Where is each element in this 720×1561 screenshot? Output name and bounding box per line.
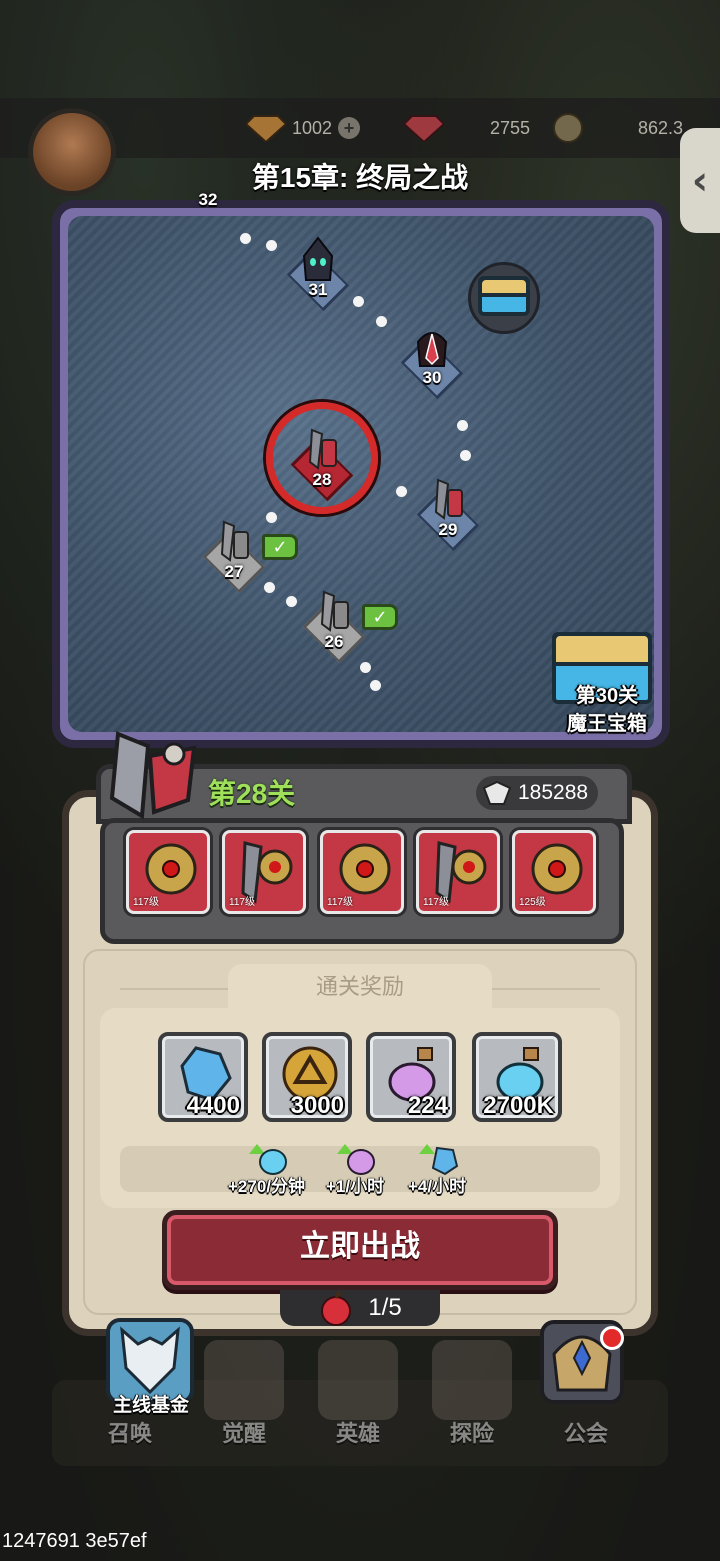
enemy-card[interactable]: 117级 (222, 830, 306, 914)
stage-node-32[interactable]: 32 (176, 190, 240, 254)
apple-icon (321, 1291, 352, 1326)
divider (490, 988, 600, 990)
gem-currency: 2755 (404, 112, 530, 144)
idle-rate: +4/小时 (408, 1140, 466, 1197)
notification-dot (600, 1326, 624, 1350)
gold-currency: 1002 + (246, 112, 361, 144)
stage-title: 第28关 (208, 778, 296, 809)
combat-power-value: 185288 (518, 781, 589, 804)
reward-item[interactable]: 3000 (262, 1032, 352, 1122)
awaken-icon (204, 1340, 284, 1420)
crystal-icon (419, 1144, 459, 1176)
compass-icon (432, 1340, 512, 1420)
rewards-title: 通关奖励 (228, 964, 492, 1014)
coin-amount: 862.3 (638, 117, 684, 138)
nav-explore[interactable]: 探险 (422, 1340, 522, 1450)
nav-heroes[interactable]: 英雄 (308, 1340, 408, 1450)
stage-node-28[interactable]: 28 (290, 426, 354, 502)
chapter-title: 第15章: 终局之战 (251, 162, 469, 193)
gold-amount: 1002 (292, 117, 333, 138)
enemy-card[interactable]: 117级 (320, 830, 404, 914)
combat-power-badge: 185288 (476, 776, 599, 810)
coin-currency: 862.3 (550, 112, 683, 144)
blue-potion-icon (248, 1144, 287, 1175)
sword-shield-emblem-icon (109, 731, 197, 820)
gem-amount: 2755 (490, 117, 531, 138)
coin-icon (553, 113, 583, 143)
enemy-card[interactable]: 125级 (512, 830, 596, 914)
hero-helmet-icon (318, 1340, 398, 1420)
purple-potion-icon (337, 1144, 376, 1175)
reward-item[interactable]: 2700K (472, 1032, 562, 1122)
stage-node-26[interactable]: 26 (302, 588, 366, 664)
idle-rate: +1/小时 (326, 1140, 384, 1197)
treasure-chest-icon[interactable] (478, 276, 530, 316)
stage-node-30[interactable]: 30 (400, 324, 464, 400)
add-gold-button[interactable]: + (338, 117, 361, 139)
power-icon (482, 780, 512, 805)
nav-awaken[interactable]: 觉醒 (194, 1340, 294, 1450)
fight-now-button[interactable]: 立即出战 (162, 1210, 558, 1290)
main-fund-label: 主线基金 (112, 1395, 189, 1416)
stage-node-31[interactable]: 31 (286, 236, 350, 312)
stage-node-29[interactable]: 29 (416, 476, 480, 552)
build-id: 1247691 3e57ef (2, 1530, 147, 1552)
stage-node-27[interactable]: 27 (202, 518, 266, 594)
idle-rate: +270/分钟 (228, 1140, 305, 1197)
red-gem-icon (404, 115, 444, 142)
cleared-flag-icon: ✓ (362, 604, 398, 630)
cleared-flag-icon: ✓ (262, 534, 298, 560)
enemy-card[interactable]: 117级 (126, 830, 210, 914)
reward-item[interactable]: 224 (366, 1032, 456, 1122)
gold-gem-icon (246, 115, 286, 142)
enemy-card[interactable]: 117级 (416, 830, 500, 914)
boss-chest-label: 第30关 魔王宝箱 (567, 685, 647, 735)
reward-item[interactable]: 4400 (158, 1032, 248, 1122)
stamina-counter: 1/5 (280, 1290, 440, 1326)
divider (120, 988, 230, 990)
wolf-icon (120, 1326, 180, 1395)
